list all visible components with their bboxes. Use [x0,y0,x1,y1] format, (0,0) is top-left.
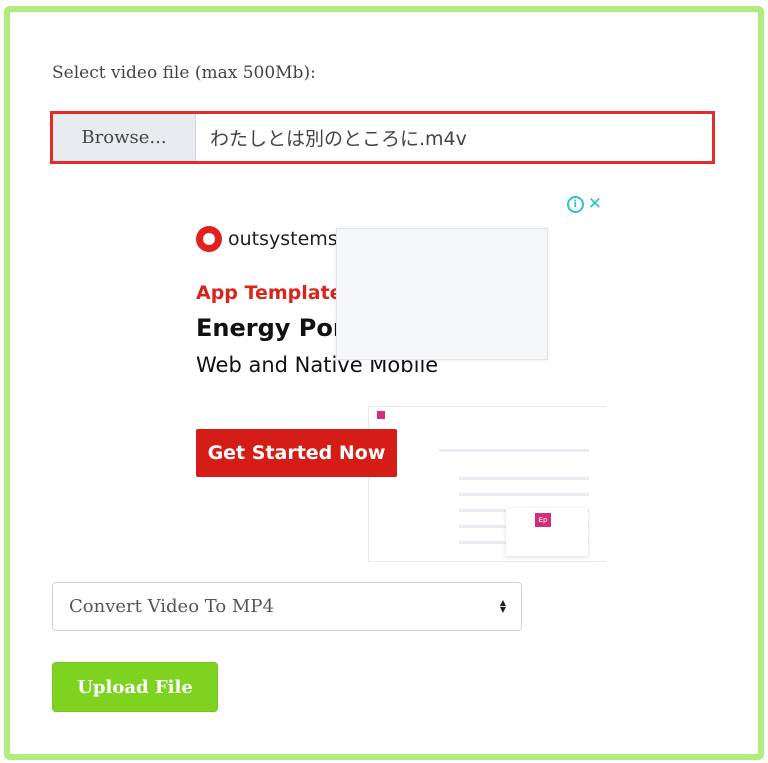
file-input-group[interactable]: Browse... わたしとは別のところに.m4v [50,111,715,164]
close-icon[interactable]: ✕ [588,196,602,213]
browse-button[interactable]: Browse... [53,114,196,161]
mock-row [439,449,589,452]
ad-cta-button[interactable]: Get Started Now [196,429,397,477]
mock-row [459,493,589,496]
conversion-type-value: Convert Video To MP4 [69,596,274,617]
ad-controls: i ✕ [566,196,602,213]
info-icon[interactable]: i [566,196,584,213]
upload-file-button[interactable]: Upload File [52,662,218,712]
ad-brand-name: outsystems [228,228,338,250]
outsystems-logo-icon [196,226,222,252]
advertisement[interactable]: i ✕ outsystems App Template Energy Porta… [186,190,606,562]
select-file-label: Select video file (max 500Mb): [52,63,316,83]
ad-app-card-logo: Ep [535,513,551,527]
ad-app-card: Ep [506,508,588,556]
ad-brand: outsystems [196,226,338,252]
mock-row [459,477,589,480]
ad-app-detail-panel [336,228,548,360]
selected-file-name[interactable]: わたしとは別のところに.m4v [196,114,712,161]
ad-eyebrow: App Template [196,282,343,304]
select-arrows-icon: ▲ ▼ [499,598,507,614]
mock-logo [377,411,385,419]
conversion-type-select[interactable]: Convert Video To MP4 ▲ ▼ [52,582,522,631]
